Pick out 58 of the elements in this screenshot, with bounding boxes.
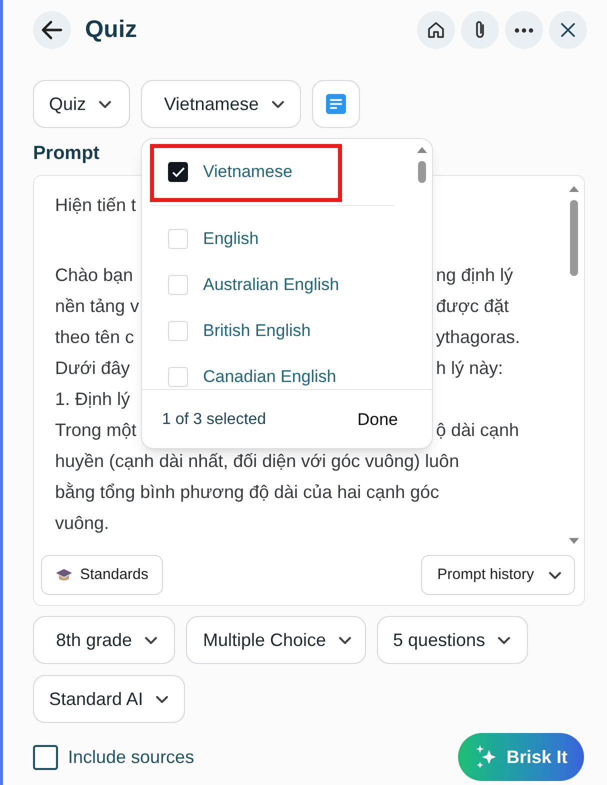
prompt-text: h lý này:: [436, 357, 504, 380]
checkbox[interactable]: [168, 162, 188, 182]
option-label[interactable]: Canadian English: [203, 364, 336, 390]
more-icon: [514, 28, 534, 32]
chevron-down-icon: [155, 694, 170, 704]
prompt-text: Dưới đây: [55, 357, 130, 380]
prompt-text: Trong một: [55, 419, 136, 442]
submit-button[interactable]: Brisk It: [458, 733, 584, 781]
dropdown-button[interactable]: Standard AI: [33, 675, 185, 723]
close-icon: [561, 23, 575, 37]
checkbox[interactable]: [33, 744, 58, 770]
prompt-text: 1. Định lý: [55, 388, 130, 411]
prompt-text: nền tảng v: [55, 295, 140, 318]
paperclip-icon: [473, 20, 487, 40]
prompt-history-button[interactable]: Prompt history: [421, 555, 575, 595]
dropdown-button[interactable]: Quiz: [33, 80, 130, 128]
dropdown-button[interactable]: Vietnamese: [141, 80, 301, 128]
document-icon: [326, 94, 346, 114]
graduation-cap-icon: [56, 568, 72, 582]
selection-count: 1 of 3 selected: [162, 410, 266, 430]
checkmark-icon: [172, 166, 184, 178]
prompt-text: Chào bạn: [55, 264, 134, 287]
more-button[interactable]: [505, 11, 543, 49]
prompt-text: Hiện tiến t: [55, 194, 136, 217]
prompt-text: ng định lý: [436, 264, 514, 287]
close-button[interactable]: [549, 11, 587, 49]
chevron-down-icon: [144, 636, 158, 644]
document-button[interactable]: [312, 80, 360, 128]
back-button[interactable]: [33, 11, 71, 49]
dropdown-button[interactable]: 5 questions: [377, 616, 528, 664]
option-label[interactable]: Vietnamese: [203, 159, 292, 185]
prompt-text: theo tên c: [55, 326, 134, 349]
standards-button[interactable]: Standards: [41, 555, 164, 595]
dropdown-button[interactable]: 8th grade: [33, 616, 175, 664]
checkbox-label: Include sources: [68, 746, 194, 768]
dropdown-button[interactable]: Multiple Choice: [186, 616, 366, 664]
prompt-text: ộ dài cạnh: [436, 419, 520, 442]
option-label[interactable]: Australian English: [203, 272, 340, 298]
attach-button[interactable]: [461, 11, 499, 49]
back-arrow-icon: [41, 20, 63, 40]
prompt-text: được đặt: [436, 295, 509, 318]
chevron-down-icon: [497, 636, 512, 644]
scrollbar[interactable]: [568, 184, 580, 546]
section-label: Prompt: [33, 142, 100, 165]
chevron-down-icon: [548, 570, 562, 580]
option-label[interactable]: English: [203, 226, 259, 252]
chevron-down-icon: [270, 100, 285, 108]
done-button[interactable]: Done: [357, 406, 398, 432]
option-label[interactable]: British English: [203, 318, 311, 344]
prompt-text: huyền (cạnh dài nhất, đối diện với góc vuông) luôn: [55, 450, 460, 473]
home-icon: [427, 21, 445, 39]
prompt-text: ythagoras.: [436, 326, 520, 349]
chevron-down-icon: [98, 100, 112, 108]
chevron-down-icon: [338, 636, 352, 644]
prompt-text: vuông.: [55, 512, 110, 535]
prompt-text: bằng tổng bình phương độ dài của hai cạnh góc: [55, 481, 440, 504]
page-title: Quiz: [85, 15, 137, 45]
home-button[interactable]: [417, 11, 455, 49]
